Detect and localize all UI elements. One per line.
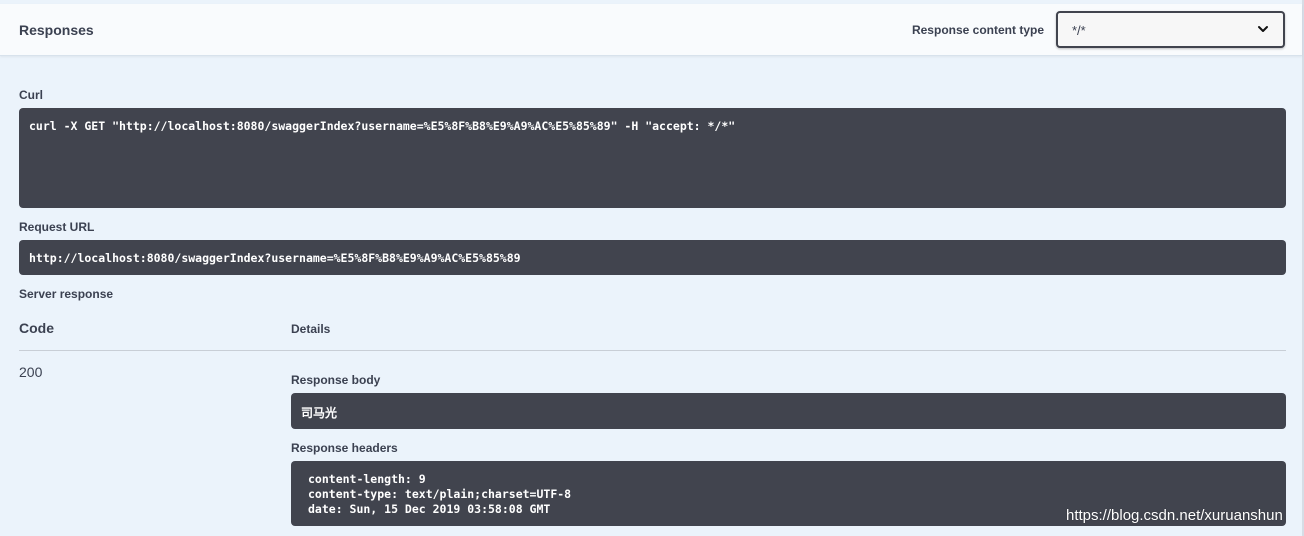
response-table-divider <box>19 350 1286 351</box>
response-content-type-value: */* <box>1072 23 1086 38</box>
responses-panel: Responses Response content type */* Curl… <box>0 0 1304 536</box>
responses-header: Responses Response content type */* <box>0 4 1302 56</box>
details-column-header: Details <box>291 322 331 336</box>
curl-command-text: curl -X GET "http://localhost:8080/swagg… <box>29 119 736 133</box>
chevron-down-icon <box>1258 26 1268 32</box>
curl-label: Curl <box>19 88 43 102</box>
code-column-header: Code <box>19 320 54 336</box>
request-url-block[interactable]: http://localhost:8080/swaggerIndex?usern… <box>19 240 1286 275</box>
response-header-line: content-type: text/plain;charset=UTF-8 <box>308 487 572 501</box>
status-code: 200 <box>19 364 43 380</box>
response-body-block[interactable]: 司马光 <box>291 393 1286 429</box>
source-watermark: https://blog.csdn.net/xuruanshun <box>1066 507 1283 524</box>
response-body-text: 司马光 <box>301 406 338 420</box>
request-url-label: Request URL <box>19 220 95 234</box>
server-response-label: Server response <box>19 287 114 301</box>
response-header-line: content-length: 9 <box>308 472 426 486</box>
response-content-type-select[interactable]: */* <box>1056 11 1285 48</box>
response-headers-label: Response headers <box>291 441 398 455</box>
responses-title: Responses <box>19 22 94 38</box>
response-content-type-label: Response content type <box>911 23 1044 37</box>
request-url-text: http://localhost:8080/swaggerIndex?usern… <box>29 251 521 265</box>
response-body-label: Response body <box>291 373 381 387</box>
curl-command-block[interactable]: curl -X GET "http://localhost:8080/swagg… <box>19 108 1286 208</box>
